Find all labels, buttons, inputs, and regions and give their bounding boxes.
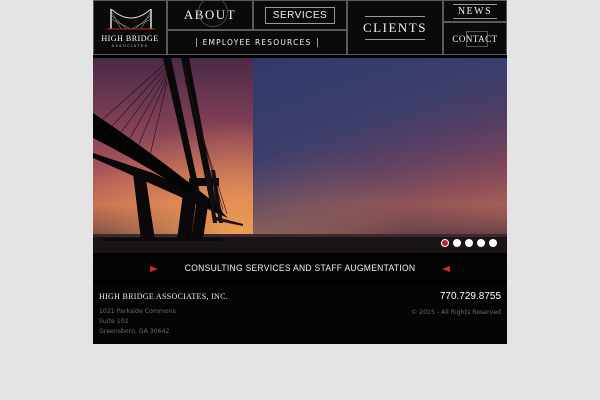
divider — [453, 3, 497, 5]
nav-services[interactable]: SERVICES — [253, 0, 347, 30]
header-nav: HIGH BRIDGE ASSOCIATES ABOUT SERVICES EM… — [93, 0, 507, 55]
slider-dot-2[interactable] — [453, 239, 461, 247]
nav-employee-label: EMPLOYEE RESOURCES — [195, 38, 319, 47]
nav-employee-resources[interactable]: EMPLOYEE RESOURCES — [167, 30, 347, 55]
nav-about[interactable]: ABOUT — [167, 0, 253, 30]
logo-name: HIGH BRIDGE — [101, 34, 159, 43]
slider-dot-3[interactable] — [465, 239, 473, 247]
slider-dot-4[interactable] — [477, 239, 485, 247]
address-line: 1021 Parkside Commons — [99, 308, 176, 315]
footer-company-name: HIGH BRIDGE ASSOCIATES, INC. — [99, 292, 229, 301]
tagline-bar: CONSULTING SERVICES AND STAFF AUGMENTATI… — [93, 257, 507, 280]
logo-link[interactable]: HIGH BRIDGE ASSOCIATES — [93, 0, 167, 55]
slider-dots — [441, 239, 497, 247]
address-line: Suite 102 — [99, 318, 129, 325]
arrow-left-icon — [442, 265, 451, 272]
footer: HIGH BRIDGE ASSOCIATES, INC. 1021 Parksi… — [93, 283, 507, 344]
divider — [365, 15, 425, 17]
divider — [365, 38, 425, 40]
slider-dot-5[interactable] — [489, 239, 497, 247]
site-container: HIGH BRIDGE ASSOCIATES ABOUT SERVICES EM… — [93, 0, 507, 344]
address-line: Greensboro, GA 30642 — [99, 328, 170, 335]
nav-contact-label: CONTACT — [452, 33, 498, 44]
bridge-logo-icon — [107, 8, 155, 30]
footer-phone[interactable]: 770.729.8755 — [440, 291, 501, 302]
tagline-text: CONSULTING SERVICES AND STAFF AUGMENTATI… — [184, 263, 416, 274]
divider — [453, 17, 497, 19]
logo-subtitle: ASSOCIATES — [111, 44, 149, 48]
footer-address: 1021 Parkside Commons Suite 102 Greensbo… — [99, 307, 176, 337]
slider-dot-1[interactable] — [441, 239, 449, 247]
nav-contact[interactable]: CONTACT — [443, 22, 507, 55]
nav-services-label: SERVICES — [264, 6, 336, 24]
nav-clients-label: CLIENTS — [363, 19, 427, 35]
hero-slider — [93, 58, 507, 253]
nav-news[interactable]: NEWS — [443, 0, 507, 22]
bridge-photo — [93, 58, 507, 253]
nav-news-label: NEWS — [457, 5, 493, 17]
footer-copyright: © 2015 - All Rights Reserved — [411, 309, 501, 316]
nav-clients[interactable]: CLIENTS — [347, 0, 443, 55]
arrow-right-icon — [149, 265, 158, 272]
